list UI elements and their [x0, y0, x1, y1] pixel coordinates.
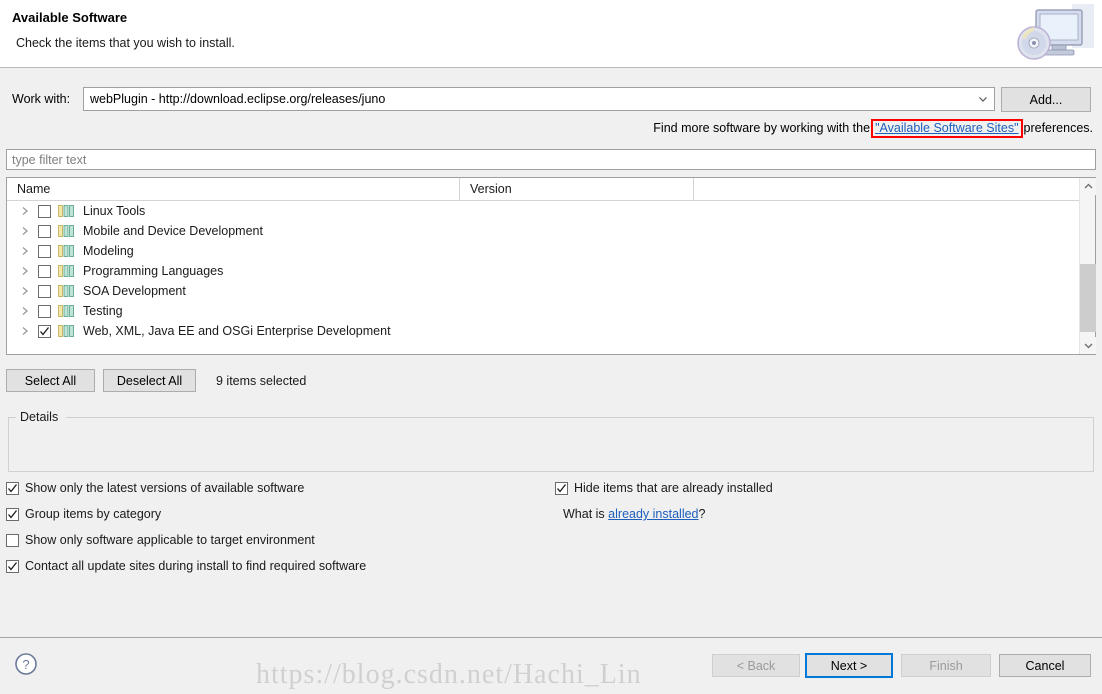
option-checkbox[interactable] — [6, 507, 19, 521]
row-name: Web, XML, Java EE and OSGi Enterprise De… — [83, 324, 391, 338]
option-hide-installed-items[interactable]: Hide items that are already installed — [555, 481, 773, 495]
option-label: Group items by category — [25, 507, 162, 521]
table-header-row: Name Version — [7, 178, 1079, 201]
find-more-software-text: Find more software by working with the "… — [653, 119, 1093, 138]
option-group-by-category[interactable]: Group items by category — [6, 507, 161, 521]
table-row[interactable]: Web, XML, Java EE and OSGi Enterprise De… — [7, 321, 1079, 341]
table-row[interactable]: Testing — [7, 301, 1079, 321]
deselect-all-button[interactable]: Deselect All — [103, 369, 196, 392]
find-more-suffix: preferences. — [1023, 121, 1093, 135]
option-label: Show only the latest versions of availab… — [25, 481, 305, 495]
row-name: Testing — [83, 304, 123, 318]
table-row[interactable]: Linux Tools — [7, 201, 1079, 221]
row-name: Modeling — [83, 244, 134, 258]
option-label: Contact all update sites during install … — [25, 559, 367, 573]
svg-text:?: ? — [22, 657, 29, 672]
option-show-latest-versions[interactable]: Show only the latest versions of availab… — [6, 481, 304, 495]
row-checkbox[interactable] — [38, 284, 51, 298]
row-checkbox[interactable] — [38, 204, 51, 218]
category-icon — [58, 265, 76, 277]
add-site-button[interactable]: Add... — [1001, 87, 1091, 112]
work-with-value[interactable]: webPlugin - http://download.eclipse.org/… — [84, 92, 972, 106]
items-selected-status: 9 items selected — [216, 374, 307, 388]
filter-field[interactable] — [6, 149, 1096, 170]
row-checkbox[interactable] — [38, 224, 51, 238]
scrollbar-thumb[interactable] — [1080, 264, 1096, 332]
expand-chevron-icon[interactable] — [17, 323, 33, 339]
option-contact-all-update-sites[interactable]: Contact all update sites during install … — [6, 559, 366, 573]
footer-divider — [0, 637, 1102, 638]
option-checkbox[interactable] — [555, 481, 568, 495]
column-header-filler — [694, 178, 1079, 201]
table-body-area: Name Version Linux Tools Mobile and Devi… — [7, 178, 1079, 354]
column-header-version[interactable]: Version — [460, 178, 694, 201]
expand-chevron-icon[interactable] — [17, 243, 33, 259]
category-icon — [58, 325, 76, 337]
option-target-environment[interactable]: Show only software applicable to target … — [6, 533, 315, 547]
select-all-button[interactable]: Select All — [6, 369, 95, 392]
table-row[interactable]: Programming Languages — [7, 261, 1079, 281]
row-checkbox[interactable] — [38, 324, 51, 338]
row-checkbox[interactable] — [38, 304, 51, 318]
work-with-combo[interactable]: webPlugin - http://download.eclipse.org/… — [83, 87, 995, 111]
dialog-header: Available Software Check the items that … — [0, 0, 1102, 68]
available-software-sites-highlight: "Available Software Sites" — [871, 119, 1023, 138]
row-name: Programming Languages — [83, 264, 224, 278]
expand-chevron-icon[interactable] — [17, 223, 33, 239]
row-checkbox[interactable] — [38, 264, 51, 278]
find-more-prefix: Find more software by working with the — [653, 121, 871, 135]
page-title: Available Software — [12, 10, 128, 25]
category-icon — [58, 225, 76, 237]
scroll-down-icon[interactable] — [1080, 337, 1096, 354]
option-label: Hide items that are already installed — [574, 481, 773, 495]
row-name: Mobile and Device Development — [83, 224, 263, 238]
table-vertical-scrollbar[interactable] — [1079, 178, 1096, 354]
row-name: SOA Development — [83, 284, 186, 298]
help-question-icon[interactable]: ? — [14, 652, 38, 676]
chevron-down-icon[interactable] — [972, 88, 994, 110]
table-row[interactable]: Modeling — [7, 241, 1079, 261]
option-label: Show only software applicable to target … — [25, 533, 315, 547]
option-checkbox[interactable] — [6, 533, 19, 547]
option-checkbox[interactable] — [6, 559, 19, 573]
expand-chevron-icon[interactable] — [17, 263, 33, 279]
details-legend: Details — [17, 410, 62, 424]
what-is-prefix: What is — [563, 507, 605, 521]
page-subtitle: Check the items that you wish to install… — [16, 36, 235, 50]
search-input[interactable] — [7, 150, 1095, 169]
table-row[interactable]: Mobile and Device Development — [7, 221, 1079, 241]
what-is-already-installed: What is already installed? — [563, 507, 705, 521]
expand-chevron-icon[interactable] — [17, 203, 33, 219]
category-icon — [58, 245, 76, 257]
what-is-suffix: ? — [698, 507, 706, 521]
available-software-sites-link[interactable]: "Available Software Sites" — [875, 121, 1018, 135]
next-button[interactable]: Next > — [805, 653, 893, 678]
details-group — [8, 417, 1094, 472]
category-icon — [58, 205, 76, 217]
cancel-button[interactable]: Cancel — [999, 654, 1091, 677]
back-button: < Back — [712, 654, 800, 677]
already-installed-link[interactable]: already installed — [608, 507, 698, 521]
available-software-dialog: Available Software Check the items that … — [0, 0, 1102, 694]
table-row[interactable]: SOA Development — [7, 281, 1079, 301]
category-icon — [58, 285, 76, 297]
row-checkbox[interactable] — [38, 244, 51, 258]
option-checkbox[interactable] — [6, 481, 19, 495]
expand-chevron-icon[interactable] — [17, 303, 33, 319]
work-with-label: Work with: — [12, 92, 71, 106]
category-icon — [58, 305, 76, 317]
expand-chevron-icon[interactable] — [17, 283, 33, 299]
software-install-icon — [1010, 2, 1094, 66]
row-name: Linux Tools — [83, 204, 146, 218]
software-tree-table: Name Version Linux Tools Mobile and Devi… — [6, 177, 1096, 355]
scroll-up-icon[interactable] — [1080, 178, 1096, 195]
column-header-name[interactable]: Name — [7, 178, 460, 201]
finish-button: Finish — [901, 654, 991, 677]
